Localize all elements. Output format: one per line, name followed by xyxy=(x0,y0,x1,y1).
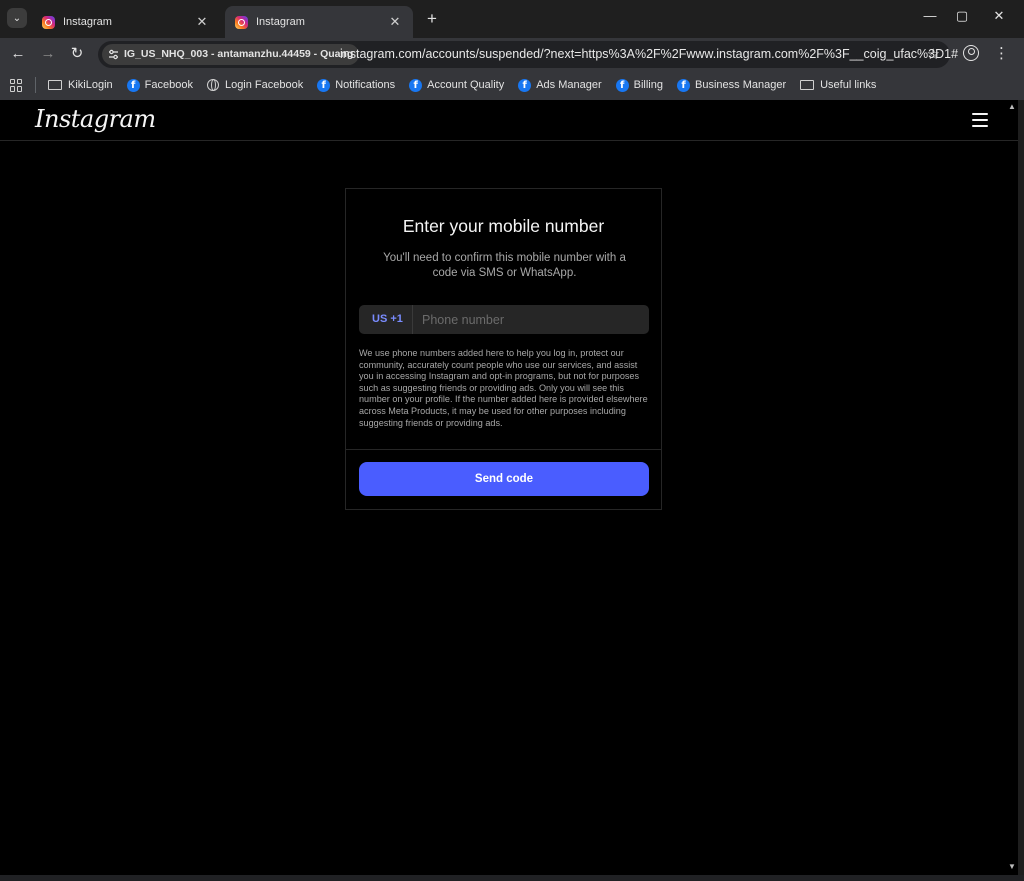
facebook-icon: f xyxy=(409,78,423,92)
bookmark-kikilogin[interactable]: KikiLogin xyxy=(48,79,113,91)
bookmarks-bar: KikiLogin f Facebook Login Facebook f No… xyxy=(0,70,1024,100)
bookmark-account-quality[interactable]: f Account Quality xyxy=(409,78,505,92)
forward-arrow-icon[interactable]: → xyxy=(38,44,58,64)
bookmark-label: Useful links xyxy=(820,79,877,91)
bookmark-label: Billing xyxy=(633,79,663,91)
new-tab-plus-icon[interactable]: + xyxy=(422,9,442,29)
bookmark-label: Ads Manager xyxy=(536,79,602,91)
close-tab-icon[interactable]: ✕ xyxy=(387,14,403,30)
instagram-logo[interactable]: Instagram xyxy=(35,105,156,133)
bookmark-facebook[interactable]: f Facebook xyxy=(126,78,193,92)
tab-instagram-2[interactable]: Instagram ✕ xyxy=(225,6,413,38)
site-info-chip[interactable]: IG_US_NHQ_003 - antamanzhu.44459 - Quang xyxy=(102,44,360,65)
facebook-icon: f xyxy=(677,78,690,92)
facebook-icon: f xyxy=(126,78,140,92)
browser-window: ⌄ Instagram ✕ Instagram ✕ + — ▢ ✕ ← → ↻ xyxy=(0,0,1024,881)
page-description: You'll need to confirm this mobile numbe… xyxy=(383,252,626,279)
page-viewport: Instagram Enter your mobile number You'l… xyxy=(0,100,1018,875)
page-title: Enter your mobile number xyxy=(402,216,605,236)
bookmark-business-manager[interactable]: f Business Manager xyxy=(677,78,787,92)
bookmark-label: Account Quality xyxy=(427,79,505,91)
close-tab-icon[interactable]: ✕ xyxy=(194,14,210,30)
scroll-down-arrow-icon[interactable]: ▼ xyxy=(1008,862,1016,871)
bookmark-useful-links[interactable]: Useful links xyxy=(800,79,876,91)
facebook-icon: f xyxy=(317,78,331,92)
page-scrollbar[interactable] xyxy=(1018,100,1024,875)
tab-search-chevron-icon[interactable]: ⌄ xyxy=(7,8,27,28)
apps-grid-icon[interactable] xyxy=(10,78,23,92)
facebook-icon: f xyxy=(615,78,629,92)
send-code-button[interactable]: Send code xyxy=(359,462,649,496)
folder-icon xyxy=(800,80,815,90)
site-chip-label: IG_US_NHQ_003 - antamanzhu.44459 - Quang xyxy=(124,48,354,60)
privacy-disclaimer: We use phone numbers added here to help … xyxy=(359,348,648,428)
browser-menu-icon[interactable]: ⋮ xyxy=(994,44,1009,62)
instagram-header: Instagram xyxy=(0,100,1018,141)
country-code-selector[interactable]: US +1 xyxy=(359,305,413,334)
hamburger-menu-icon[interactable] xyxy=(972,113,988,127)
instagram-favicon-icon xyxy=(42,15,55,29)
profile-icon[interactable] xyxy=(963,45,979,61)
bookmark-ads-manager[interactable]: f Ads Manager xyxy=(518,78,602,92)
back-arrow-icon[interactable]: ← xyxy=(8,44,28,64)
bookmark-label: KikiLogin xyxy=(68,79,113,91)
phone-number-field[interactable]: US +1 xyxy=(359,305,649,334)
bookmark-login-facebook[interactable]: Login Facebook xyxy=(206,79,304,91)
bookmark-label: Facebook xyxy=(144,79,193,91)
close-window-icon[interactable]: ✕ xyxy=(989,8,1009,24)
reload-icon[interactable]: ↻ xyxy=(67,44,87,64)
tab-title: Instagram xyxy=(256,16,305,28)
bookmark-billing[interactable]: f Billing xyxy=(615,78,663,92)
bookmark-label: Notifications xyxy=(335,79,396,91)
bookmark-label: Login Facebook xyxy=(224,79,304,91)
globe-icon xyxy=(206,79,219,91)
tune-icon xyxy=(109,49,118,60)
maximize-icon[interactable]: ▢ xyxy=(952,8,972,24)
url-text[interactable]: instagram.com/accounts/suspended/?next=h… xyxy=(340,47,958,61)
folder-icon xyxy=(48,80,62,90)
bookmarks-separator xyxy=(35,77,36,93)
browser-toolbar: ← → ↻ IG_US_NHQ_003 - antamanzhu.44459 -… xyxy=(0,38,1024,70)
bookmark-star-icon[interactable]: ☆ xyxy=(927,45,940,63)
bookmark-notifications[interactable]: f Notifications xyxy=(317,78,396,92)
tab-title: Instagram xyxy=(63,16,112,28)
instagram-favicon-icon xyxy=(235,15,248,29)
tab-instagram-1[interactable]: Instagram ✕ xyxy=(32,6,220,38)
address-bar[interactable]: IG_US_NHQ_003 - antamanzhu.44459 - Quang… xyxy=(98,41,958,68)
minimize-icon[interactable]: — xyxy=(920,8,940,23)
tab-strip: ⌄ Instagram ✕ Instagram ✕ + — ▢ ✕ xyxy=(0,0,1024,38)
mobile-number-card: Enter your mobile number You'll need to … xyxy=(345,188,662,510)
phone-number-input[interactable] xyxy=(413,312,643,327)
scroll-up-arrow-icon[interactable]: ▲ xyxy=(1008,102,1016,111)
facebook-icon: f xyxy=(518,78,532,92)
card-divider xyxy=(346,449,661,450)
bookmark-label: Business Manager xyxy=(695,79,787,91)
